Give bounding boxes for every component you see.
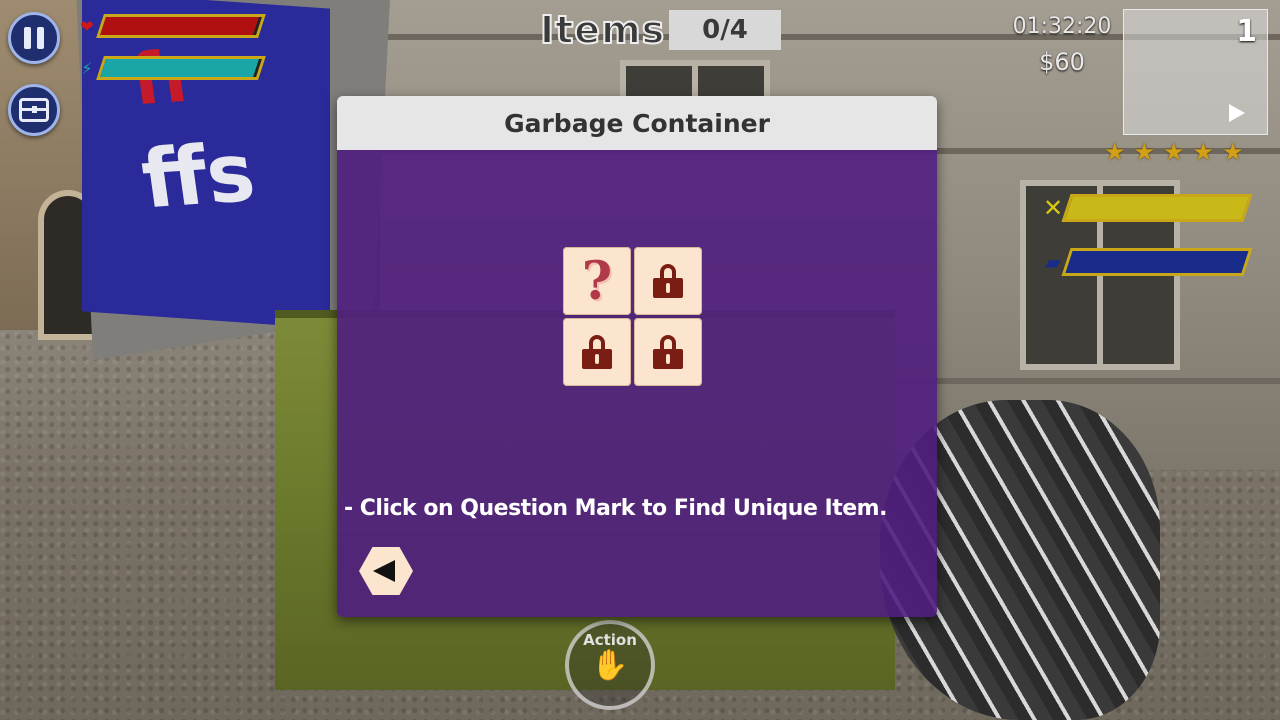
game-timer: 01:32:20 (1012, 14, 1112, 39)
back-button[interactable] (359, 547, 413, 595)
star-icon: ★ (1163, 138, 1185, 166)
lock-icon (582, 335, 612, 369)
item-slot-locked (563, 318, 631, 386)
dialog-body: ? - Click on Question Mark to Find Uniqu… (337, 150, 937, 617)
pause-icon (24, 27, 31, 49)
question-mark-icon: ? (581, 250, 613, 312)
energy-bar-fill (100, 59, 259, 77)
lock-icon (653, 335, 683, 369)
hunger-bar: ✕ (1042, 194, 1253, 222)
star-icon: ★ (1192, 138, 1215, 166)
billboard: fr ffs (82, 0, 330, 329)
lock-icon (653, 264, 683, 298)
lightning-icon: ⚡ (81, 58, 93, 78)
dialog-title: Garbage Container (337, 96, 937, 150)
item-slot-locked (634, 318, 702, 386)
health-bar: ❤ (78, 14, 266, 38)
garbage-container-dialog: Garbage Container ? - Click on Question … (337, 96, 937, 617)
hand-icon: ✋ (591, 648, 629, 683)
star-icon: ★ (1133, 138, 1156, 166)
drop-icon: ▰ (1045, 250, 1061, 274)
heart-icon: ❤ (80, 16, 94, 36)
star-icon: ★ (1104, 138, 1126, 166)
star-icon: ★ (1222, 138, 1244, 166)
minimap[interactable]: 1 (1123, 9, 1268, 135)
inventory-button[interactable] (8, 84, 60, 136)
health-bar-fill (100, 17, 259, 35)
hint-text: - Click on Question Mark to Find Unique … (344, 496, 887, 521)
star-rating: ★ ★ ★ ★ ★ (1104, 140, 1244, 164)
level-number: 1 (1236, 14, 1257, 49)
action-button[interactable]: Action ✋ (565, 620, 655, 710)
items-label: Items (539, 7, 666, 53)
item-slot-question[interactable]: ? (563, 247, 631, 315)
thirst-bar-fill (1065, 251, 1249, 273)
pause-button[interactable] (8, 12, 60, 64)
play-icon[interactable] (1229, 104, 1245, 122)
money-display: $60 (1039, 48, 1085, 76)
thirst-bar: ▰ (1044, 248, 1253, 276)
back-arrow-icon (373, 560, 395, 582)
billboard-text: ffs (136, 125, 261, 227)
chest-icon (19, 98, 49, 122)
fork-knife-icon: ✕ (1042, 194, 1064, 222)
action-label: Action (583, 631, 637, 649)
item-slot-grid: ? (563, 247, 702, 386)
energy-bar: ⚡ (78, 56, 266, 80)
hunger-bar-fill (1065, 197, 1249, 219)
items-count: 0/4 (669, 10, 781, 50)
item-slot-locked (634, 247, 702, 315)
